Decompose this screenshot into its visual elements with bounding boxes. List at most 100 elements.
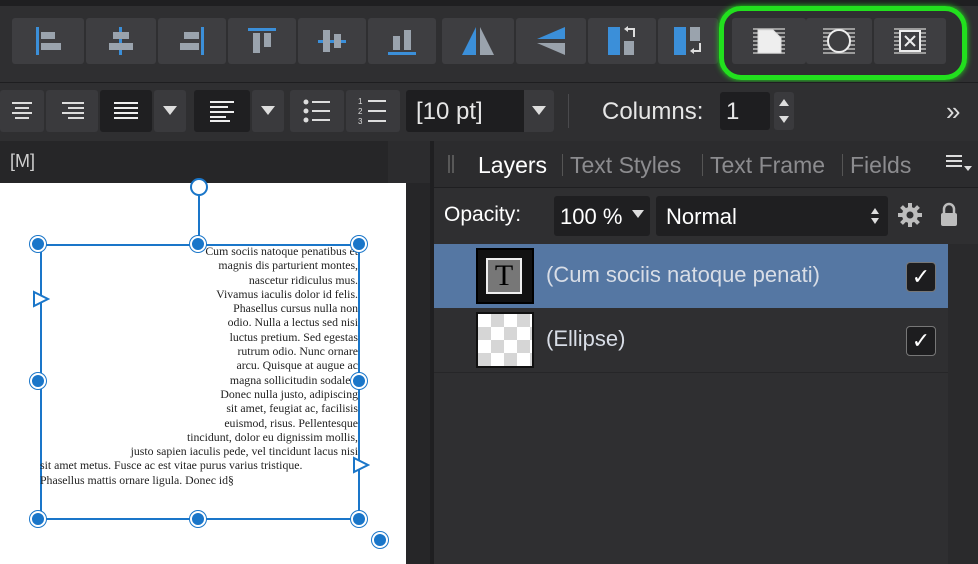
- frame-text-line: magna sollicitudin sodales.: [229, 372, 358, 387]
- stepper-arrows-icon: [779, 99, 789, 123]
- lock-icon[interactable]: [940, 202, 958, 228]
- tab-separator: [842, 154, 843, 176]
- resize-handle-left[interactable]: [30, 373, 46, 389]
- layer-row-ellipse[interactable]: (Ellipse) ✓: [434, 308, 948, 373]
- blend-mode-value[interactable]: Normal: [666, 204, 737, 230]
- opacity-value[interactable]: 100 %: [560, 204, 622, 230]
- align-center-vertical-icon: [318, 30, 346, 52]
- document-tab-label: [M]: [10, 151, 35, 171]
- align-right-text-button[interactable]: [46, 90, 98, 132]
- layer-visibility-checkbox[interactable]: ✓: [906, 262, 936, 292]
- chevron-down-icon: [632, 210, 644, 218]
- text-flow-out-icon[interactable]: [352, 456, 370, 474]
- text-align-top-icon: [210, 101, 234, 122]
- rotate-counterclockwise-button[interactable]: [588, 18, 656, 64]
- layer-name: (Cum sociis natoque penati): [546, 262, 820, 287]
- green-highlight-annotation: [719, 6, 967, 80]
- align-left-button[interactable]: [12, 18, 84, 64]
- vertical-alignment-dropdown[interactable]: [252, 90, 284, 132]
- numbered-list-button[interactable]: 123: [346, 90, 400, 132]
- frame-text-line: arcu. Quisque at augue ac: [236, 358, 358, 373]
- panel-grip-icon[interactable]: [446, 154, 456, 174]
- flip-vertical-button[interactable]: [516, 18, 586, 64]
- resize-handle-top[interactable]: [190, 236, 206, 252]
- font-size-value[interactable]: [10 pt]: [416, 98, 483, 126]
- document-tab[interactable]: [M]: [0, 141, 388, 183]
- chevron-down-icon: [532, 106, 546, 115]
- frame-text-line: odio. Nulla a lectus sed nisi: [227, 315, 358, 330]
- frame-text-line: Vivamus iaculis dolor id felis.: [216, 286, 358, 301]
- align-center-horizontal-icon: [109, 27, 133, 55]
- frame-text-line: euismod, risus. Pellentesque: [224, 415, 358, 430]
- frame-text-content[interactable]: Cum sociis natoque penatibus et magnis di…: [40, 244, 358, 487]
- font-size-field[interactable]: [10 pt]: [406, 90, 554, 132]
- alignment-dropdown[interactable]: [154, 90, 186, 132]
- align-center-vertical-button[interactable]: [298, 18, 366, 64]
- justify-text-button[interactable]: [100, 90, 152, 132]
- columns-stepper[interactable]: [774, 92, 794, 130]
- frame-text-line: Phasellus cursus nulla non: [233, 301, 358, 316]
- layers-scroll-gutter: [948, 244, 978, 564]
- bullet-list-icon: [303, 99, 330, 123]
- columns-value[interactable]: 1: [726, 98, 739, 126]
- bullet-list-button[interactable]: [290, 90, 344, 132]
- vertical-alignment-button[interactable]: [194, 90, 250, 132]
- select-arrows-icon: [871, 208, 879, 224]
- text-justify-icon: [114, 102, 138, 119]
- rotation-handle[interactable]: [190, 178, 208, 196]
- font-size-dropdown[interactable]: [524, 90, 554, 132]
- flip-vertical-icon: [537, 27, 565, 55]
- align-bottom-button[interactable]: [368, 18, 436, 64]
- svg-text:1: 1: [358, 97, 363, 106]
- rotate-counterclockwise-icon: [608, 26, 635, 55]
- text-resize-handle[interactable]: [372, 532, 388, 548]
- frame-text-line: justo sapien iaculis pede, vel tincidunt…: [130, 444, 358, 459]
- align-top-button[interactable]: [228, 18, 296, 64]
- frame-text-line: magnis dis parturient montes,: [218, 258, 358, 273]
- chevron-down-icon: [163, 106, 177, 115]
- resize-handle-bottom[interactable]: [190, 511, 206, 527]
- tab-text-styles[interactable]: Text Styles: [570, 152, 681, 179]
- align-top-icon: [248, 28, 276, 53]
- layer-row-text-frame[interactable]: T (Cum sociis natoque penati) ✓: [434, 244, 948, 308]
- canvas-pasteboard: [406, 183, 430, 564]
- columns-field[interactable]: 1: [720, 92, 770, 130]
- tab-fields[interactable]: Fields: [850, 152, 911, 179]
- resize-handle-bottom-left[interactable]: [30, 511, 46, 527]
- tab-text-frame[interactable]: Text Frame: [710, 152, 825, 179]
- rotate-clockwise-button[interactable]: [658, 18, 718, 64]
- frame-text-line: Donec nulla justo, adipiscing: [220, 386, 358, 401]
- tab-separator: [702, 154, 703, 176]
- text-align-right-icon: [62, 102, 84, 119]
- resize-handle-top-right[interactable]: [351, 236, 367, 252]
- layer-thumbnail-transparent: [476, 312, 534, 368]
- svg-text:2: 2: [358, 107, 363, 116]
- frame-text-line: Phasellus mattis ornare ligula. Donec id…: [40, 472, 234, 487]
- frame-text-line: sit amet, feugiat ac, facilisis: [226, 401, 358, 416]
- opacity-field[interactable]: 100 %: [554, 196, 650, 236]
- resize-handle-top-left[interactable]: [30, 236, 46, 252]
- align-right-button[interactable]: [158, 18, 226, 64]
- layer-visibility-checkbox[interactable]: ✓: [906, 326, 936, 356]
- text-flow-in-icon[interactable]: [32, 290, 50, 308]
- toolbar-divider: [568, 94, 569, 128]
- align-center-horizontal-button[interactable]: [86, 18, 156, 64]
- resize-handle-bottom-right[interactable]: [351, 511, 367, 527]
- align-center-text-button[interactable]: [0, 90, 44, 132]
- svg-text:3: 3: [358, 117, 363, 125]
- gear-icon[interactable]: [898, 203, 922, 227]
- resize-handle-right[interactable]: [351, 373, 367, 389]
- opacity-label: Opacity:: [444, 203, 522, 226]
- frame-text-line: tincidunt, dolor eu dignissim mollis,: [186, 429, 358, 444]
- panel-menu-icon[interactable]: [946, 154, 972, 172]
- blend-mode-select[interactable]: Normal: [656, 196, 888, 236]
- chevron-down-icon: [261, 106, 275, 115]
- tab-layers[interactable]: Layers: [478, 152, 547, 179]
- more-options-icon[interactable]: »: [946, 96, 960, 127]
- text-layer-icon: T: [486, 258, 522, 294]
- layer-name: (Ellipse): [546, 326, 626, 351]
- flip-horizontal-button[interactable]: [442, 18, 514, 64]
- flip-horizontal-icon: [462, 27, 494, 55]
- columns-label: Columns:: [602, 98, 704, 125]
- frame-text-line: nascetur ridiculus mus.: [248, 272, 358, 287]
